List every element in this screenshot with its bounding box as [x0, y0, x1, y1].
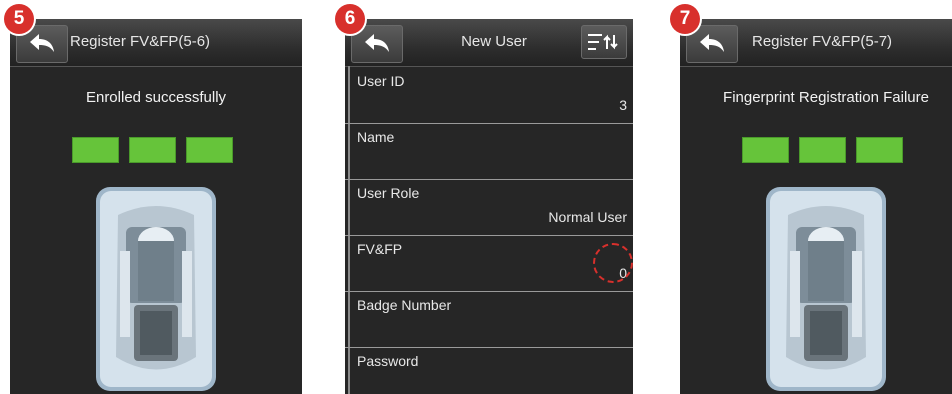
field-label: FV&FP	[357, 241, 403, 257]
register-screen-step5: Register FV&FP(5-6) Enrolled successfull…	[10, 19, 302, 394]
field-label: Badge Number	[357, 297, 452, 313]
field-label: Name	[357, 129, 395, 145]
sort-button[interactable]	[581, 25, 627, 59]
field-badge-number[interactable]: Badge Number	[345, 291, 633, 348]
field-label: Password	[357, 353, 419, 369]
field-name[interactable]: Name	[345, 123, 633, 180]
field-password[interactable]: Password	[345, 347, 633, 394]
sort-icon	[588, 34, 618, 50]
screen-title: Register FV&FP(5-6)	[70, 33, 211, 50]
screen-title: New User	[461, 33, 527, 50]
step-badge: 7	[670, 4, 700, 34]
field-fvfp[interactable]: FV&FP 0	[345, 235, 633, 292]
back-arrow-icon	[30, 34, 54, 52]
step-badge: 5	[4, 4, 34, 34]
back-arrow-icon	[700, 34, 724, 52]
field-label: User ID	[357, 73, 405, 89]
title-bar: New User	[345, 19, 633, 67]
screen-title: Register FV&FP(5-7)	[752, 33, 893, 50]
progress-segment	[742, 137, 789, 163]
fingerprint-scanner-icon	[766, 187, 886, 391]
enroll-progress	[680, 137, 952, 163]
field-value: Normal User	[548, 209, 627, 225]
field-value: 3	[619, 97, 627, 113]
enroll-progress	[10, 137, 302, 163]
progress-segment	[186, 137, 233, 163]
progress-segment	[129, 137, 176, 163]
field-user-id[interactable]: User ID 3	[345, 67, 633, 124]
field-label: User Role	[357, 185, 420, 201]
back-arrow-icon	[365, 34, 389, 52]
title-bar: Register FV&FP(5-6)	[10, 19, 302, 67]
highlight-circle	[593, 243, 633, 283]
progress-segment	[856, 137, 903, 163]
fingerprint-scanner-icon	[96, 187, 216, 391]
status-message: Fingerprint Registration Failure	[723, 89, 929, 106]
status-message: Enrolled successfully	[85, 89, 227, 106]
new-user-screen-step6: New User User ID 3 Name User Role Normal…	[345, 19, 633, 394]
field-user-role[interactable]: User Role Normal User	[345, 179, 633, 236]
register-screen-step7: Register FV&FP(5-7) Fingerprint Registra…	[680, 19, 952, 394]
step-badge: 6	[335, 4, 365, 34]
progress-segment	[799, 137, 846, 163]
title-bar: Register FV&FP(5-7)	[680, 19, 952, 67]
progress-segment	[72, 137, 119, 163]
